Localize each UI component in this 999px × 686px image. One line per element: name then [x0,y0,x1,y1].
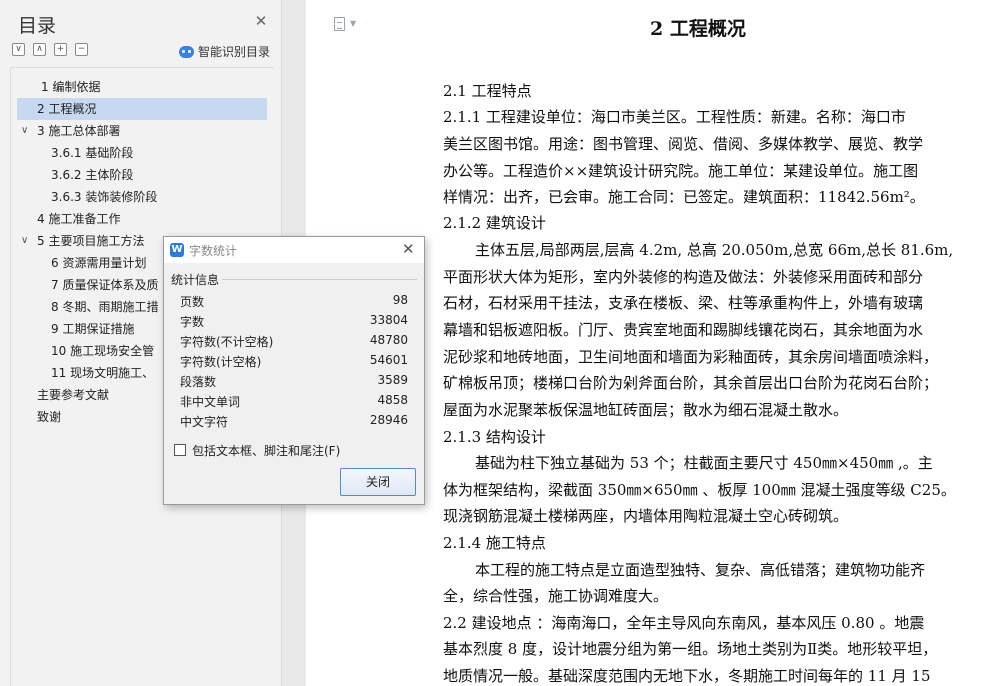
document-line: 2.1.1 工程建设单位：海口市美兰区。工程性质：新建。名称：海口市 [443,108,906,126]
toc-item[interactable]: 3.6.2 主体阶段 [11,164,133,186]
document-line: 办公等。工程造价××建筑设计研究院。施工单位：某建设单位。施工图 [443,162,919,180]
toc-item[interactable]: 致谢 [11,406,61,428]
toc-toolbar: ∨ ∧ + − [12,43,88,59]
stat-label: 字符数(计空格) [180,355,262,369]
toc-item[interactable]: 3.6.1 基础阶段 [11,142,133,164]
stats-group-label: 统计信息 [171,273,220,287]
chevron-down-icon[interactable]: ∨ [21,125,28,137]
document-line: 2.1.3 结构设计 [443,428,546,446]
close-icon[interactable]: ✕ [402,241,415,257]
document-line: 2.1.4 施工特点 [443,534,546,552]
wps-writer-window: 目录 ✕ ∨ ∧ + − 智能识别目录 1 编制依据 2 工程概况 3 施工总体部署… [0,0,999,686]
toc-item[interactable]: 9 工期保证措施 [11,318,134,340]
document-line: 矿棉板吊顶；楼梯口台阶为剁斧面台阶，其余首层出口台阶为花岗石台阶； [443,374,939,392]
stat-value: 48780 [369,333,408,347]
word-count-dialog: W 字数统计 ✕ 统计信息 包括文本框、脚注和尾注(F) 关闭 页数 98 字数 33… [163,236,425,505]
toc-item[interactable]: 主要参考文献 [11,384,109,406]
stat-value: 54601 [369,353,408,367]
stat-value: 4858 [377,393,408,407]
remove-level-icon[interactable]: − [75,43,88,56]
document-line: 石材，石材采用干挂法，支承在楼板、梁、柱等承重构件上，外墙有玻璃 [443,294,924,312]
document-line: 平面形状大体为矩形，室内外装修的构造及做法：外装修采用面砖和部分 [443,268,924,286]
document-line: 泥砂浆和地砖地面，卫生间地面和墙面为彩釉面砖，其余房间墙面喷涂料， [443,348,939,366]
stat-value: 3589 [377,373,408,387]
document-line: 基础为柱下独立基础为 53 个；柱截面主要尺寸 450㎜×450㎜ ,。主 [475,454,933,472]
document-line: 屋面为水泥聚苯板保温地缸砖面层；散水为细石混凝土散水。 [443,401,849,419]
toc-item[interactable]: 1 编制依据 [11,76,100,98]
document-line: 2.2 建设地点 ：海南海口，全年主导风向东南风，基本风压 0.80 。地震 [443,614,925,632]
stat-label: 字数 [180,315,205,329]
document-line: 地质情况一般。基础深度范围内无地下水，冬期施工时间每年的 11 月 15 [443,667,931,685]
stat-value: 33804 [369,313,408,327]
include-textbox-label[interactable]: 包括文本框、脚注和尾注(F) [192,442,340,459]
chevron-down-icon[interactable]: ∨ [21,235,28,247]
divider [222,279,417,280]
toc-item[interactable]: 4 施工准备工作 [11,208,120,230]
stat-value: 98 [392,293,408,307]
robot-icon [179,45,194,58]
dialog-titlebar: W 字数统计 ✕ [164,237,424,263]
chevron-down-icon[interactable]: ▼ [350,19,356,28]
stat-label: 页数 [180,295,205,309]
document-line: 样情况：出齐，已会审。施工合同：已签定。建筑面积：11842.56m²。 [443,188,925,206]
document-line: 2.1.2 建筑设计 [443,214,546,232]
toc-item[interactable]: 5 主要项目施工方法 [11,230,144,252]
stat-label: 段落数 [180,375,217,389]
chapter-heading: 2 工程概况 [650,18,746,40]
toc-item[interactable]: 7 质量保证体系及质 [11,274,158,296]
toc-title: 目录 [18,15,57,37]
collapse-all-icon[interactable]: ∨ [12,43,25,56]
close-icon[interactable]: ✕ [254,14,268,29]
stat-label: 中文字符 [180,415,229,429]
wps-logo-icon: W [170,243,184,257]
stat-label: 非中文单词 [180,395,241,409]
include-textbox-checkbox[interactable] [174,444,186,456]
dialog-title: 字数统计 [189,244,238,258]
stat-value: 28946 [369,413,408,427]
toc-item[interactable]: 11 现场文明施工、 [11,362,154,384]
toc-item[interactable]: 2 工程概况 [17,98,267,120]
smart-toc-label: 智能识别目录 [198,45,271,59]
document-icon[interactable] [334,17,345,31]
document-line: 本工程的施工特点是立面造型独特、复杂、高低错落；建筑物功能齐 [475,561,926,579]
expand-all-icon[interactable]: ∧ [33,43,46,56]
document-line: 全，综合性强，施工协调难度大。 [443,587,669,605]
document-line: 主体五层,局部两层,层高 4.2m, 总高 20.050m,总宽 66m,总长 … [475,241,954,259]
toc-item[interactable]: 8 冬期、雨期施工措 [11,296,158,318]
document-line: 体为框架结构，梁截面 350㎜×650㎜ 、板厚 100㎜ 混凝土强度等级 C2… [443,481,956,499]
document-line: 2.1 工程特点 [443,82,532,100]
toc-item[interactable]: 10 施工现场安全管 [11,340,154,362]
close-button[interactable]: 关闭 [340,468,416,496]
document-line: 美兰区图书馆。用途：图书管理、阅览、借阅、多媒体教学、展览、教学 [443,135,924,153]
document-line: 幕墙和铝板遮阳板。门厅、贵宾室地面和踢脚线镶花岗石，其余地面为水 [443,321,924,339]
add-level-icon[interactable]: + [54,43,67,56]
stat-label: 字符数(不计空格) [180,335,274,349]
smart-toc-button[interactable]: 智能识别目录 [179,43,270,60]
toc-item[interactable]: 6 资源需用量计划 [11,252,146,274]
document-line: 基本烈度 8 度，设计地震分组为第一组。场地土类别为Ⅱ类。地形较平坦， [443,640,938,658]
document-line: 现浇钢筋混凝土楼梯两座，内墙体用陶粒混凝土空心砖砌筑。 [443,507,849,525]
toc-item[interactable]: 3.6.3 装饰装修阶段 [11,186,157,208]
